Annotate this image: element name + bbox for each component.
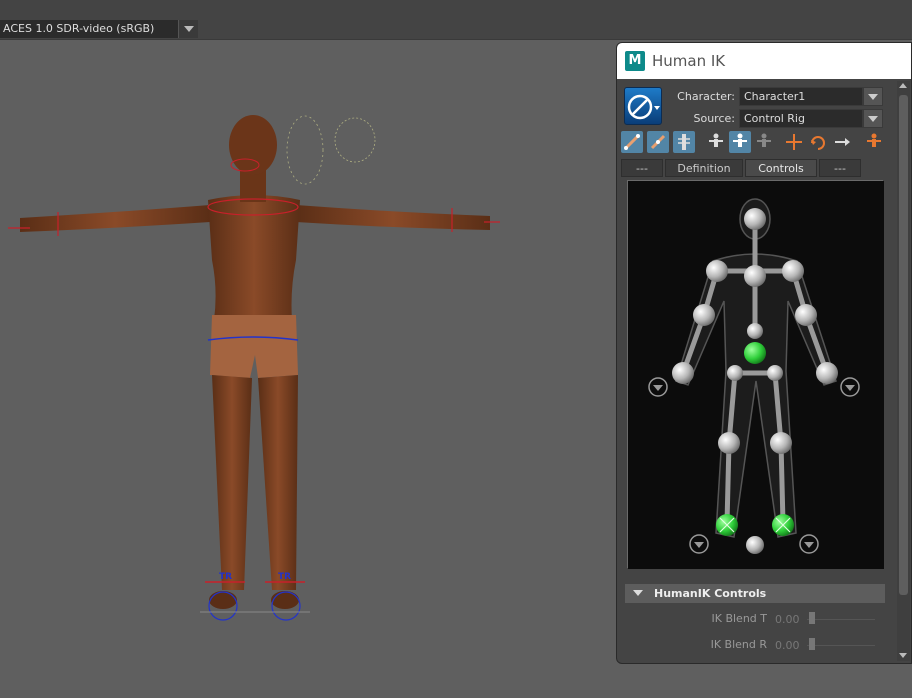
pin-translation-icon[interactable] <box>783 131 805 153</box>
panel-title: Human IK <box>652 52 726 70</box>
ik-blend-r-handle[interactable] <box>809 638 815 650</box>
character-controls-figure <box>628 181 884 569</box>
source-field[interactable]: Control Rig <box>739 109 863 128</box>
source-dropdown-icon[interactable] <box>863 109 883 128</box>
hik-tabs: --- Definition Controls --- <box>621 159 885 177</box>
human-ik-panel: M Human IK Character: Character1 Source:… <box>616 42 912 664</box>
tab-controls[interactable]: Controls <box>745 159 817 177</box>
color-space-field[interactable]: ACES 1.0 SDR-video (sRGB) <box>0 20 178 38</box>
tab-definition[interactable]: Definition <box>665 159 743 177</box>
ik-blend-t-value[interactable]: 0.00 <box>775 613 800 626</box>
character-model <box>8 115 500 621</box>
ik-blend-t-slider[interactable] <box>807 619 875 620</box>
ik-blend-r-label: IK Blend R <box>710 638 767 651</box>
ik-blend-t-handle[interactable] <box>809 612 815 624</box>
ik-blend-t-label: IK Blend T <box>711 612 768 625</box>
full-body-ik-icon[interactable] <box>621 131 643 153</box>
rig-label-left: TR <box>219 572 233 582</box>
body-part-ik-icon[interactable] <box>647 131 669 153</box>
unpin-icon[interactable] <box>831 131 853 153</box>
figure-icon[interactable] <box>729 131 751 153</box>
select-all-icon[interactable] <box>705 131 727 153</box>
ik-blend-r-value[interactable]: 0.00 <box>775 639 800 652</box>
scroll-thumb[interactable] <box>899 95 908 595</box>
character-label: Character: <box>677 90 735 103</box>
source-label: Source: <box>693 112 736 125</box>
character-dropdown-icon[interactable] <box>863 87 883 106</box>
maya-icon: M <box>625 51 645 71</box>
panel-body: Character: Character1 Source: Control Ri… <box>617 79 911 663</box>
tab-left-placeholder[interactable]: --- <box>621 159 663 177</box>
scroll-up-icon[interactable] <box>899 83 907 88</box>
viewport-toolbar: ACES 1.0 SDR-video (sRGB) <box>0 0 912 40</box>
tab-right-placeholder[interactable]: --- <box>819 159 861 177</box>
color-space-dropdown-icon[interactable] <box>178 20 198 38</box>
panel-title-bar[interactable]: M Human IK <box>617 43 911 79</box>
figure-ghost-icon[interactable] <box>753 131 775 153</box>
pin-rotation-icon[interactable] <box>807 131 829 153</box>
rig-label-right: TR <box>278 572 292 582</box>
skeleton-icon[interactable] <box>673 131 695 153</box>
control-toolbar <box>621 131 891 153</box>
character-field[interactable]: Character1 <box>739 87 863 106</box>
character-pose-icon[interactable] <box>863 131 885 153</box>
panel-scrollbar[interactable] <box>897 81 910 661</box>
character-controls-view[interactable] <box>627 180 884 569</box>
scroll-down-icon[interactable] <box>899 653 907 658</box>
ik-blend-r-slider[interactable] <box>807 645 875 646</box>
humanik-controls-section[interactable]: HumanIK Controls <box>625 584 885 603</box>
